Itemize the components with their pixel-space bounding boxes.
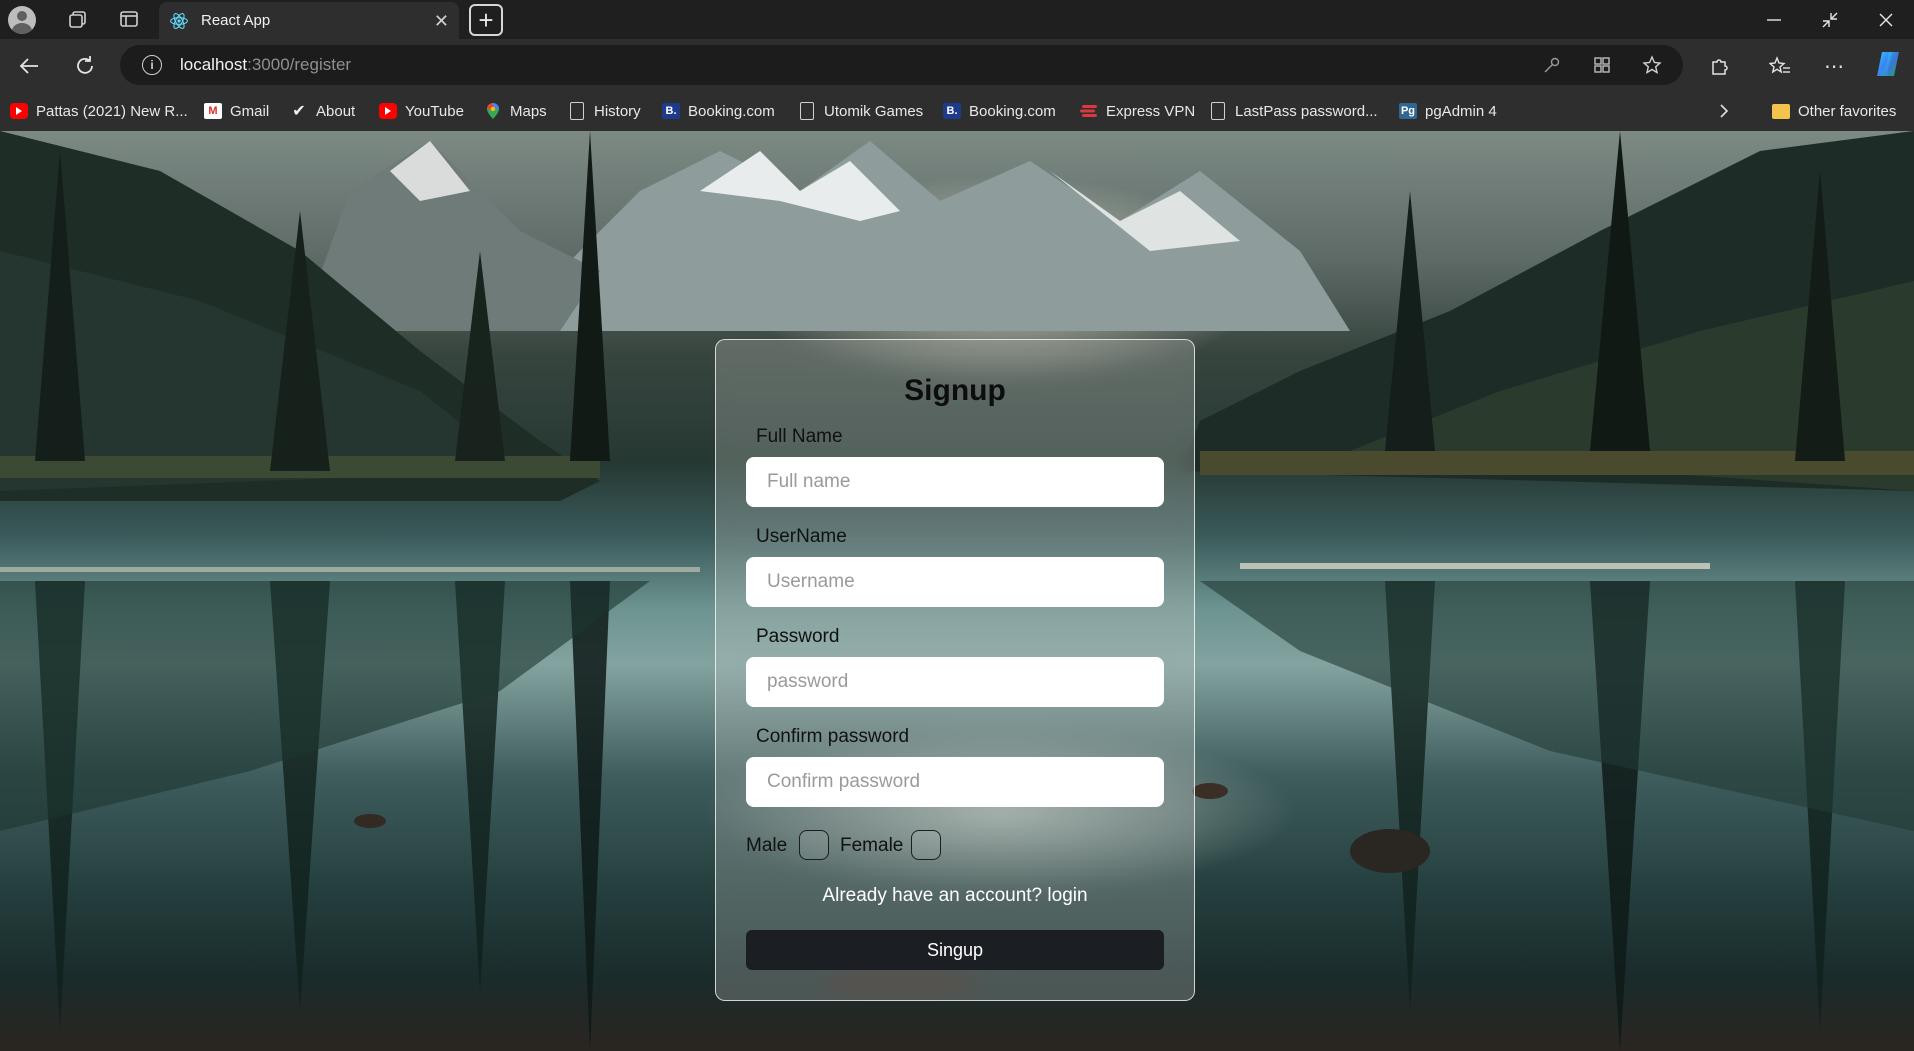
- signup-title: Signup: [904, 374, 1006, 407]
- pgadmin-icon: Pg: [1399, 103, 1417, 119]
- page-background: Signup Full Name UserName Password Confi…: [0, 131, 1914, 1051]
- password-label: Password: [756, 626, 840, 647]
- minimize-icon[interactable]: [1746, 0, 1802, 39]
- site-info-icon[interactable]: i: [142, 55, 162, 75]
- page-icon: [798, 102, 816, 120]
- bookmark-history[interactable]: History: [568, 99, 641, 123]
- bookmark-gmail[interactable]: M Gmail: [204, 99, 269, 123]
- full-name-label: Full Name: [756, 426, 843, 447]
- browser-toolbar: i localhost:3000/register ⋯: [0, 39, 1914, 91]
- address-bar[interactable]: i localhost:3000/register: [120, 45, 1683, 85]
- bookmarks-bar: Pattas (2021) New R... M Gmail ✔ About Y…: [0, 91, 1914, 131]
- bookmark-youtube[interactable]: YouTube: [379, 99, 464, 123]
- close-window-icon[interactable]: [1858, 0, 1914, 39]
- gmail-icon: M: [204, 103, 222, 119]
- female-checkbox[interactable]: [911, 830, 941, 860]
- booking-icon: B.: [662, 103, 680, 119]
- signup-card: Signup Full Name UserName Password Confi…: [715, 339, 1195, 1001]
- browser-title-bar: React App ✕ +: [0, 0, 1914, 39]
- bookmark-booking-2[interactable]: B. Booking.com: [943, 99, 1056, 123]
- tab-actions-icon[interactable]: [112, 2, 146, 36]
- url-text[interactable]: localhost:3000/register: [180, 55, 351, 75]
- bookmark-maps[interactable]: Maps: [484, 99, 547, 123]
- username-input[interactable]: [746, 557, 1164, 607]
- bookmark-expressvpn[interactable]: Express VPN: [1080, 99, 1195, 123]
- favorites-list-icon[interactable]: [1763, 49, 1797, 83]
- bookmark-about[interactable]: ✔ About: [290, 99, 355, 123]
- more-menu-icon[interactable]: ⋯: [1817, 49, 1851, 83]
- page-icon: [568, 102, 586, 120]
- maps-pin-icon: [484, 103, 502, 119]
- bookmark-pgadmin[interactable]: Pg pgAdmin 4: [1399, 99, 1497, 123]
- bookmarks-overflow-chevron-icon[interactable]: [1718, 99, 1730, 123]
- booking-icon: B.: [943, 103, 961, 119]
- bookmark-lastpass[interactable]: LastPass password...: [1209, 99, 1378, 123]
- favorite-star-icon[interactable]: [1640, 53, 1664, 77]
- male-label: Male: [746, 835, 788, 856]
- folder-icon: [1772, 103, 1790, 119]
- tab-react-app[interactable]: React App ✕: [159, 2, 459, 39]
- back-arrow-icon[interactable]: [12, 49, 46, 83]
- app-available-icon[interactable]: [1590, 53, 1614, 77]
- extensions-icon[interactable]: [1702, 49, 1736, 83]
- expressvpn-icon: [1080, 103, 1098, 119]
- react-logo-icon: [170, 12, 188, 29]
- tab-title: React App: [201, 12, 271, 29]
- restore-icon[interactable]: [1802, 0, 1858, 39]
- youtube-icon: [10, 103, 28, 119]
- refresh-icon[interactable]: [68, 49, 102, 83]
- bookmark-utomik[interactable]: Utomik Games: [798, 99, 923, 123]
- bookmark-pattas[interactable]: Pattas (2021) New R...: [10, 99, 188, 123]
- new-tab-button[interactable]: +: [469, 4, 503, 36]
- username-label: UserName: [756, 526, 847, 547]
- full-name-input[interactable]: [746, 457, 1164, 507]
- password-key-icon[interactable]: [1540, 53, 1564, 77]
- youtube-icon: [379, 103, 397, 119]
- copilot-icon[interactable]: [1873, 49, 1903, 79]
- bookmark-booking-1[interactable]: B. Booking.com: [662, 99, 775, 123]
- password-input[interactable]: [746, 657, 1164, 707]
- bookmark-other-favorites[interactable]: Other favorites: [1772, 99, 1896, 123]
- profile-avatar-icon[interactable]: [8, 5, 36, 34]
- male-checkbox[interactable]: [799, 830, 829, 860]
- female-label: Female: [840, 835, 904, 856]
- signup-button[interactable]: Singup: [746, 930, 1164, 970]
- page-icon: [1209, 102, 1227, 120]
- login-link[interactable]: Already have an account? login: [716, 885, 1194, 907]
- tab-close-icon[interactable]: ✕: [434, 11, 449, 32]
- confirm-password-input[interactable]: [746, 757, 1164, 807]
- checkmark-icon: ✔: [292, 103, 306, 120]
- workspaces-icon[interactable]: [61, 2, 95, 36]
- confirm-password-label: Confirm password: [756, 726, 910, 747]
